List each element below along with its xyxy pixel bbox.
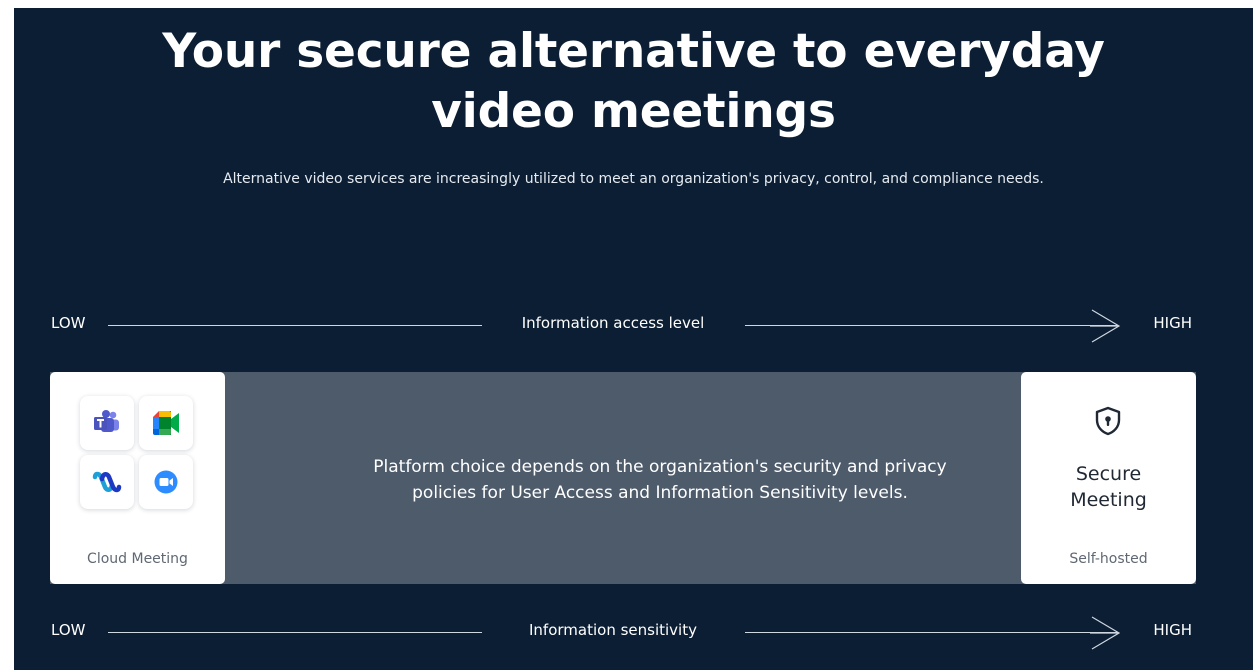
webex-tile (80, 455, 134, 509)
axis-line (108, 325, 482, 326)
shield-lock-icon (1095, 406, 1121, 436)
axis-line (745, 632, 1118, 633)
microsoft-teams-icon (94, 410, 119, 432)
access-low-label: LOW (51, 314, 86, 332)
google-meet-icon (153, 411, 179, 435)
access-axis-label: Information access level (521, 314, 705, 332)
google-meet-tile (139, 396, 193, 450)
self-hosted-caption: Self-hosted (1069, 551, 1148, 567)
axis-line (745, 325, 1118, 326)
page-subtitle: Alternative video services are increasin… (223, 171, 1044, 187)
cloud-meeting-card: Cloud Meeting (50, 372, 225, 584)
arrow-right-icon (1090, 309, 1121, 343)
platform-choice-line-1: Platform choice depends on the organizat… (373, 457, 947, 477)
title-line-1: Your secure alternative to everyday (162, 24, 1105, 79)
platform-choice-text: Platform choice depends on the organizat… (300, 454, 1020, 506)
title-line-2: video meetings (431, 84, 836, 139)
access-level-axis: LOW Information access level HIGH (14, 309, 1253, 343)
secure-meeting-card: Secure Meeting Self-hosted (1021, 372, 1196, 584)
microsoft-teams-tile (80, 396, 134, 450)
secure-meeting-label-line-2: Meeting (1070, 489, 1147, 511)
sensitivity-low-label: LOW (51, 621, 86, 639)
zoom-tile (139, 455, 193, 509)
platform-choice-line-2: policies for User Access and Information… (412, 483, 908, 503)
axis-line (108, 632, 482, 633)
sensitivity-axis: LOW Information sensitivity HIGH (14, 616, 1253, 650)
page-title: Your secure alternative to everyday vide… (14, 22, 1253, 142)
sensitivity-high-label: HIGH (1153, 621, 1192, 639)
hero-section: Your secure alternative to everyday vide… (14, 8, 1253, 670)
secure-meeting-label-line-1: Secure (1075, 463, 1142, 485)
arrow-right-icon (1090, 616, 1121, 650)
secure-meeting-label: Secure Meeting (1021, 461, 1196, 513)
sensitivity-axis-label: Information sensitivity (529, 621, 697, 639)
cloud-meeting-caption: Cloud Meeting (87, 551, 188, 567)
access-high-label: HIGH (1153, 314, 1192, 332)
webex-icon (92, 471, 122, 493)
zoom-icon (154, 470, 178, 494)
